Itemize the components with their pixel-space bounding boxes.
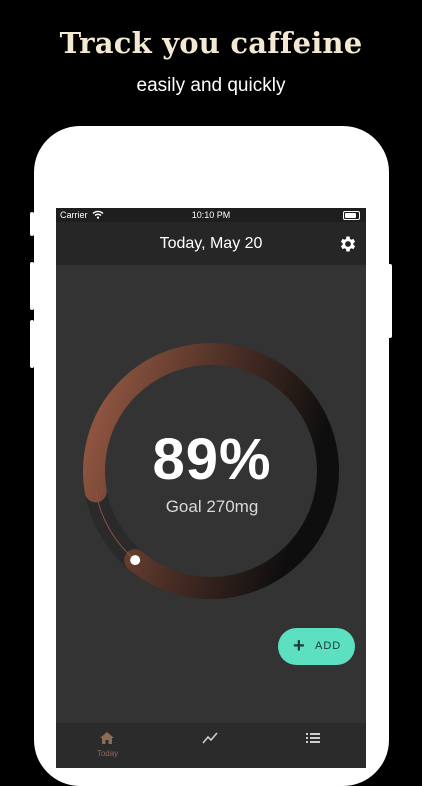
tab-bar: Today: [56, 723, 366, 768]
app-screen: Carrier 10:10 PM Today, May 20 89% Goal …: [56, 208, 366, 768]
promo-title: Track you caffeine: [59, 26, 363, 60]
percentage-value: 89%: [152, 427, 272, 492]
home-icon: [100, 732, 114, 744]
goal-label: Goal 270mg: [165, 497, 259, 516]
chart-icon: [202, 732, 218, 744]
add-button-label: ADD: [315, 640, 342, 652]
promo-subtitle: easily and quickly: [136, 75, 286, 96]
list-icon: [306, 733, 320, 743]
status-time: 10:10 PM: [191, 210, 231, 220]
tab-stats[interactable]: [159, 723, 262, 768]
tab-history[interactable]: [262, 723, 365, 768]
page-title: Today, May 20: [159, 235, 263, 252]
tab-label-today: Today: [96, 749, 119, 758]
add-button[interactable]: + ADD: [278, 628, 355, 665]
progress-knob: [130, 555, 141, 566]
plus-icon: +: [293, 635, 305, 657]
gear-icon[interactable]: [338, 234, 358, 254]
status-bar: Carrier 10:10 PM: [56, 208, 366, 222]
caffeine-progress-ring: 89% Goal 270mg: [74, 334, 350, 610]
tab-today[interactable]: Today: [56, 723, 159, 768]
battery-icon: [343, 211, 360, 220]
nav-bar: Today, May 20: [56, 222, 366, 265]
